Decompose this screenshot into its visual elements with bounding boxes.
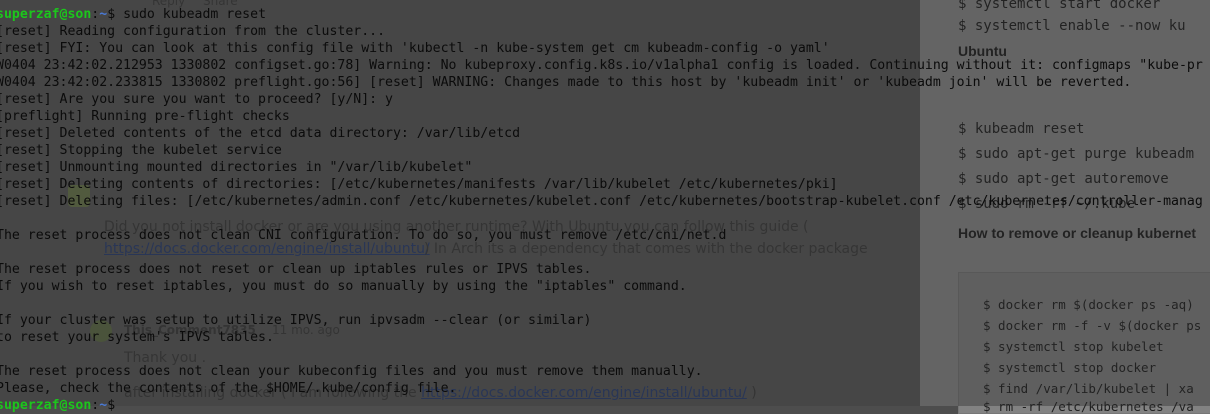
- output-line: [reset] Deleted contents of the etcd dat…: [0, 126, 521, 141]
- prompt-user: superzaf@son: [0, 7, 92, 22]
- output-line: to reset your system's IPVS tables.: [0, 330, 274, 345]
- output-line: [reset] Deleting contents of directories…: [0, 177, 838, 192]
- output-line: [reset] Are you sure you want to proceed…: [0, 92, 393, 107]
- output-line: If you wish to reset iptables, you must …: [0, 279, 687, 294]
- output-line: The reset process does not clean CNI con…: [0, 228, 727, 243]
- prompt-symbol: $: [107, 7, 116, 22]
- command-text: sudo kubeadm reset: [123, 7, 267, 22]
- output-line: [reset] Deleting files: [/etc/kubernetes…: [0, 194, 1203, 209]
- output-line: The reset process does not clean your ku…: [0, 364, 703, 379]
- output-line: [reset] Reading configuration from the c…: [0, 24, 386, 39]
- output-line: Please, check the contents of the $HOME/…: [0, 381, 457, 396]
- output-line: W0404 23:42:02.233815 1330802 preflight.…: [0, 75, 1132, 90]
- output-line: If your cluster was setup to utilize IPV…: [0, 313, 592, 328]
- output-line: W0404 23:42:02.212953 1330802 configset.…: [0, 58, 1203, 73]
- output-line: The reset process does not reset or clea…: [0, 262, 592, 277]
- output-line: [reset] FYI: You can look at this config…: [0, 41, 830, 56]
- command-line: superzaf@son:~$ sudo kubeadm reset: [0, 6, 266, 23]
- terminal-window[interactable]: superzaf@son:~$ sudo kubeadm reset [rese…: [0, 0, 1210, 413]
- output-line: [reset] Unmounting mounted directories i…: [0, 160, 473, 175]
- output-line: [reset] Stopping the kubelet service: [0, 143, 282, 158]
- prompt-path: ~: [99, 7, 108, 22]
- output-line: [preflight] Running pre-flight checks: [0, 109, 290, 124]
